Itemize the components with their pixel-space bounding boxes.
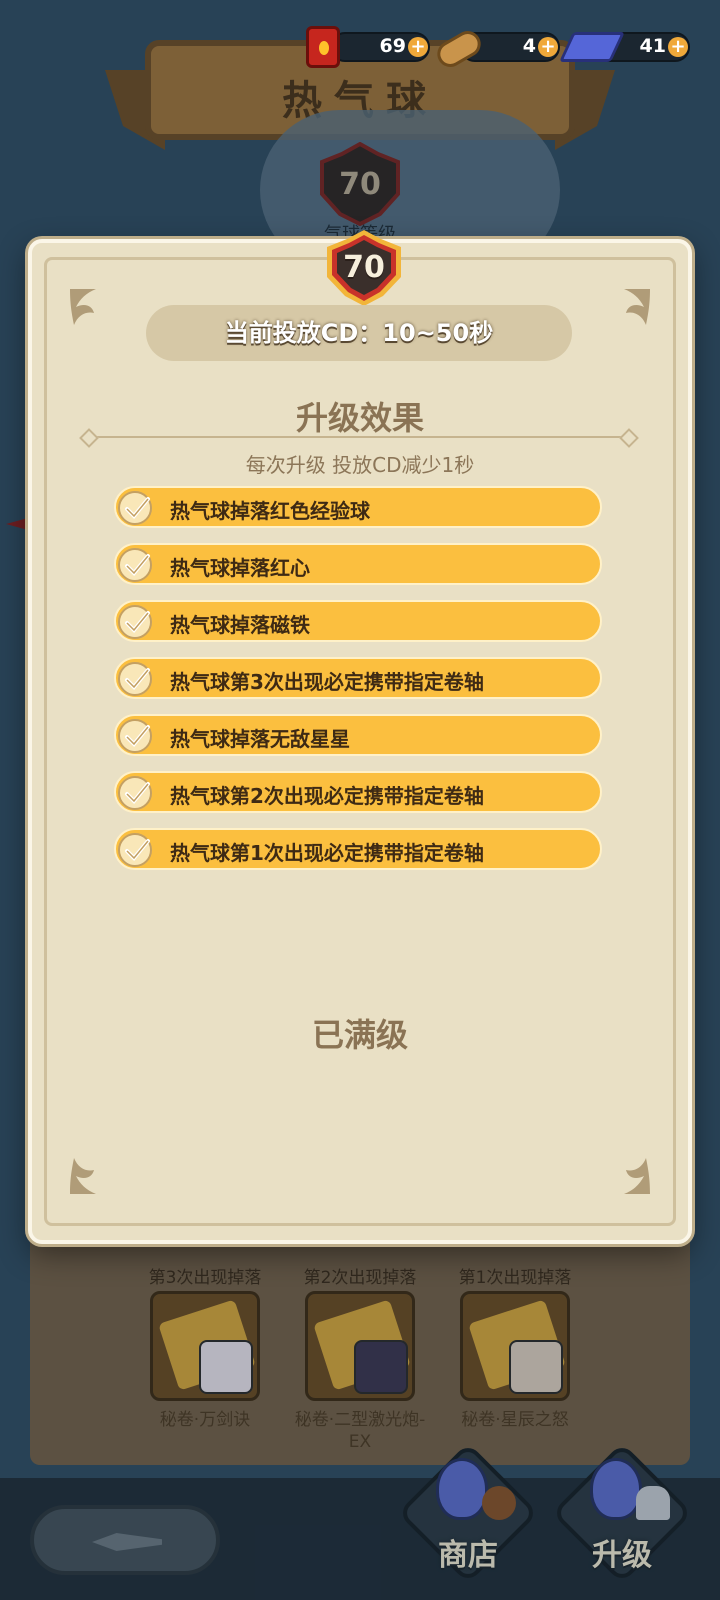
corner-ornament-icon <box>66 285 116 335</box>
effect-item: 热气球掉落无敌星星 <box>114 714 602 756</box>
drop-caption: 第2次出现掉落 <box>303 1268 417 1288</box>
resource-value: 69 <box>379 35 406 57</box>
effect-title: 升级效果 <box>295 399 424 437</box>
check-icon <box>118 605 152 639</box>
upgrade-button[interactable]: 升级 <box>551 1438 693 1588</box>
effect-text: 热气球掉落无敌星星 <box>170 727 350 751</box>
resource-wood: 4 + <box>432 26 560 72</box>
corner-ornament-icon <box>66 1148 116 1198</box>
check-icon <box>118 491 152 525</box>
background-level-number: 70 <box>339 167 381 202</box>
resource-value: 41 <box>639 35 666 57</box>
fuel-barrel-icon <box>306 26 340 68</box>
corner-ornament-icon <box>604 285 654 335</box>
drop-slot-1[interactable]: 第1次出现掉落 秘卷·星辰之怒 <box>440 1263 590 1431</box>
add-fuel-button[interactable]: + <box>408 37 428 57</box>
hot-air-balloon-icon <box>436 1458 488 1520</box>
effect-item: 热气球第3次出现必定携带指定卷轴 <box>114 657 602 699</box>
drop-caption: 第3次出现掉落 <box>148 1268 262 1288</box>
hero-portrait <box>354 1340 408 1394</box>
hero-portrait <box>509 1340 563 1394</box>
title-divider <box>94 436 624 438</box>
drop-caption: 第1次出现掉落 <box>458 1268 572 1288</box>
level-number: 70 <box>343 250 385 285</box>
cd-status: 当前投放CD：10~50秒 <box>146 305 572 361</box>
drop-name: 秘卷·万剑诀 <box>159 1410 251 1430</box>
resource-value: 4 <box>522 35 536 57</box>
drop-name: 秘卷·星辰之怒 <box>461 1410 569 1430</box>
check-icon <box>118 833 152 867</box>
hero-portrait <box>199 1340 253 1394</box>
effect-text: 热气球第2次出现必定携带指定卷轴 <box>170 784 484 808</box>
side-arrow-marker <box>6 518 28 530</box>
money-bag-icon <box>482 1486 516 1520</box>
upgrade-label: 升级 <box>592 1538 652 1573</box>
back-button[interactable] <box>30 1505 220 1575</box>
hot-air-balloon-icon <box>590 1458 642 1520</box>
scroll-slot[interactable] <box>150 1291 260 1401</box>
max-level-label: 已满级 <box>311 1016 408 1054</box>
resource-cloth: 41 + <box>559 32 690 62</box>
effect-item: 热气球掉落磁铁 <box>114 600 602 642</box>
drop-slot-2[interactable]: 第2次出现掉落 秘卷·二型激光炮-EX <box>285 1263 435 1453</box>
resource-fuel: 69 + <box>306 26 430 68</box>
check-icon <box>118 548 152 582</box>
level-badge: 70 <box>325 229 403 307</box>
back-arrow-icon <box>92 1533 162 1551</box>
scroll-slot[interactable] <box>305 1291 415 1401</box>
scroll-slot[interactable] <box>460 1291 570 1401</box>
drop-slot-3[interactable]: 第3次出现掉落 秘卷·万剑诀 <box>130 1263 280 1431</box>
effect-item: 热气球第1次出现必定携带指定卷轴 <box>114 828 602 870</box>
check-icon <box>118 719 152 753</box>
effect-item: 热气球掉落红色经验球 <box>114 486 602 528</box>
effect-list: 热气球掉落红色经验球 热气球掉落红心 热气球掉落磁铁 热气球第3次出现必定携带指… <box>114 486 602 885</box>
effect-text: 热气球第3次出现必定携带指定卷轴 <box>170 670 484 694</box>
effect-text: 热气球掉落红色经验球 <box>170 499 370 523</box>
effect-item: 热气球掉落红心 <box>114 543 602 585</box>
corner-ornament-icon <box>604 1148 654 1198</box>
rocket-icon <box>636 1486 670 1520</box>
upgrade-effects-modal: 70 当前投放CD：10~50秒 升级效果 每次升级 投放CD减少1秒 热气球掉… <box>28 230 692 1244</box>
effect-item: 热气球第2次出现必定携带指定卷轴 <box>114 771 602 813</box>
effect-description: 每次升级 投放CD减少1秒 <box>245 453 475 477</box>
add-cloth-button[interactable]: + <box>668 37 688 57</box>
check-icon <box>118 776 152 810</box>
background-level-badge: 70 <box>318 141 402 227</box>
effect-text: 热气球第1次出现必定携带指定卷轴 <box>170 841 484 865</box>
check-icon <box>118 662 152 696</box>
shop-label: 商店 <box>438 1538 498 1573</box>
effect-text: 热气球掉落磁铁 <box>170 613 310 637</box>
effect-text: 热气球掉落红心 <box>170 556 310 580</box>
add-wood-button[interactable]: + <box>538 37 558 57</box>
shop-button[interactable]: 商店 <box>397 1438 539 1588</box>
